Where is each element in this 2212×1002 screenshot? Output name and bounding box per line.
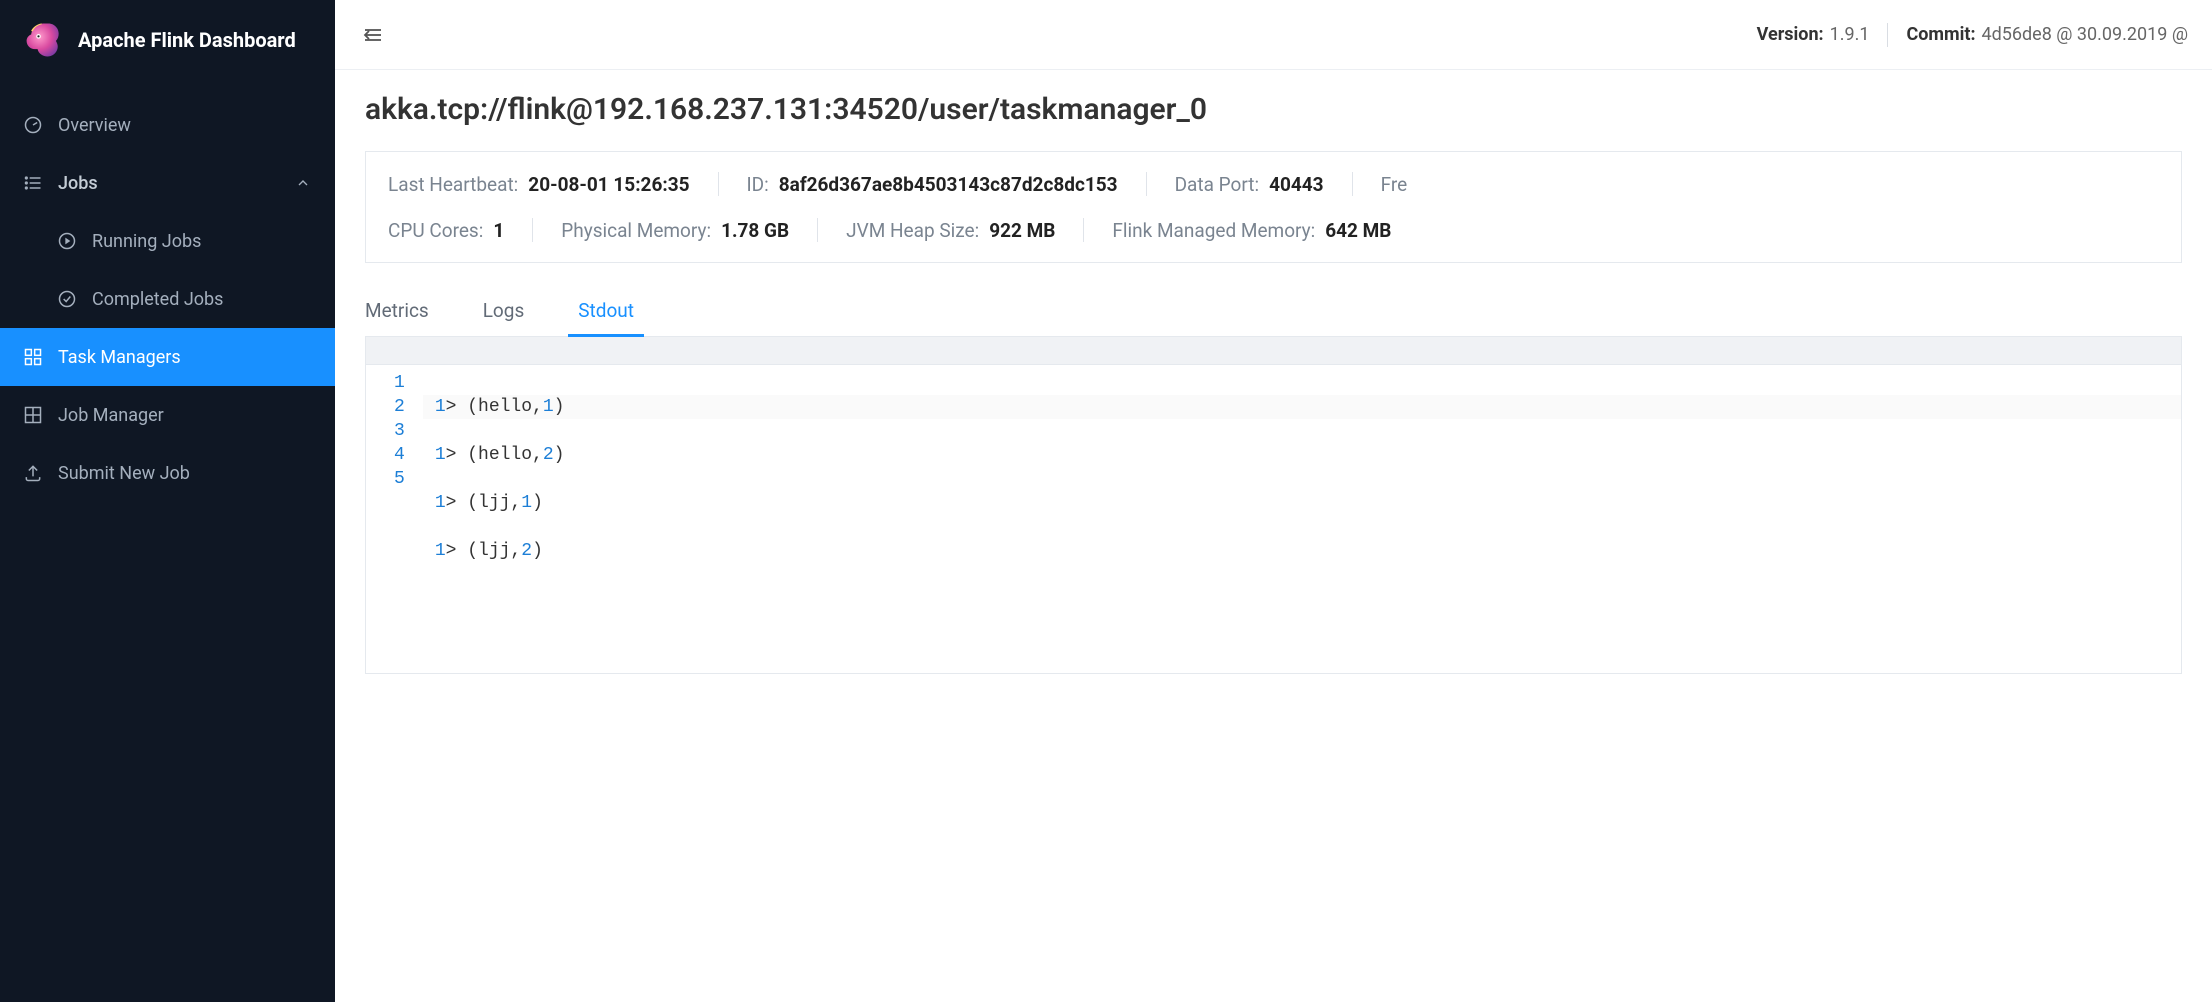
play-circle-icon: [56, 230, 78, 252]
sidebar-item-label: Jobs: [58, 173, 98, 194]
sidebar-item-running-jobs[interactable]: Running Jobs: [0, 212, 335, 270]
tab-logs[interactable]: Logs: [483, 285, 525, 336]
separator: [532, 218, 533, 242]
topbar: Version: 1.9.1 Commit: 4d56de8 @ 30.09.2…: [335, 0, 2212, 70]
sidebar-nav: Overview Jobs Running Jobs: [0, 82, 335, 502]
sidebar-item-overview[interactable]: Overview: [0, 96, 335, 154]
stdout-header: [366, 337, 2181, 365]
info-managed-memory: Flink Managed Memory: 642 MB: [1112, 219, 1391, 242]
info-cpu-cores: CPU Cores: 1: [388, 219, 504, 242]
separator: [1887, 23, 1888, 47]
gutter: 1 2 3 4 5: [366, 365, 423, 665]
commit-value: 4d56de8 @ 30.09.2019 @: [1982, 24, 2188, 45]
commit-info: Commit: 4d56de8 @ 30.09.2019 @: [1906, 24, 2188, 45]
task-manager-tabs: Metrics Logs Stdout: [365, 285, 2182, 337]
code-lines: 1> (hello,1) 1> (hello,2) 1> (ljj,1) 1> …: [423, 365, 2181, 665]
separator: [817, 218, 818, 242]
separator: [718, 172, 719, 196]
version-value: 1.9.1: [1830, 24, 1870, 45]
tab-stdout[interactable]: Stdout: [578, 285, 634, 336]
task-manager-info-card: Last Heartbeat: 20-08-01 15:26:35 ID: 8a…: [365, 151, 2182, 263]
main-content: Version: 1.9.1 Commit: 4d56de8 @ 30.09.2…: [335, 0, 2212, 1002]
info-jvm-heap: JVM Heap Size: 922 MB: [846, 219, 1055, 242]
separator: [1083, 218, 1084, 242]
sidebar-header: Apache Flink Dashboard: [0, 0, 335, 82]
stdout-line: 1> (ljj,1): [423, 491, 2181, 515]
cluster-icon: [22, 346, 44, 368]
version-label: Version:: [1757, 24, 1824, 45]
sidebar-item-submit-job[interactable]: Submit New Job: [0, 444, 335, 502]
sidebar-item-label: Running Jobs: [92, 231, 201, 252]
info-row-1: Last Heartbeat: 20-08-01 15:26:35 ID: 8a…: [388, 172, 2159, 196]
commit-label: Commit:: [1906, 24, 1975, 45]
stdout-code[interactable]: 1 2 3 4 5 1> (hello,1) 1> (hello,2) 1> (…: [366, 365, 2181, 673]
tab-metrics[interactable]: Metrics: [365, 285, 429, 336]
sidebar-item-completed-jobs[interactable]: Completed Jobs: [0, 270, 335, 328]
info-last-heartbeat: Last Heartbeat: 20-08-01 15:26:35: [388, 173, 690, 196]
sidebar-item-label: Task Managers: [58, 347, 181, 368]
separator: [1146, 172, 1147, 196]
flink-logo-icon: [22, 18, 66, 62]
sidebar-item-label: Job Manager: [58, 405, 164, 426]
sidebar-item-label: Overview: [58, 115, 131, 136]
stdout-line: 1> (ljj,2): [423, 539, 2181, 563]
page-title: akka.tcp://flink@192.168.237.131:34520/u…: [365, 92, 2182, 127]
sidebar-item-label: Submit New Job: [58, 463, 190, 484]
info-physical-memory: Physical Memory: 1.78 GB: [561, 219, 789, 242]
sidebar-item-label: Completed Jobs: [92, 289, 223, 310]
sidebar-item-jobs[interactable]: Jobs: [0, 154, 335, 212]
app-title: Apache Flink Dashboard: [78, 28, 296, 52]
info-data-port: Data Port: 40443: [1175, 173, 1324, 196]
gauge-icon: [22, 114, 44, 136]
info-free-truncated: Fre: [1381, 173, 1418, 196]
stdout-line: 1> (hello,2): [423, 443, 2181, 467]
sidebar-item-job-manager[interactable]: Job Manager: [0, 386, 335, 444]
chevron-up-icon: [295, 175, 311, 191]
stdout-line: [423, 587, 2181, 611]
info-row-2: CPU Cores: 1 Physical Memory: 1.78 GB JV…: [388, 218, 2159, 242]
grid-icon: [22, 404, 44, 426]
version-info: Version: 1.9.1: [1757, 24, 1870, 45]
collapse-sidebar-button[interactable]: [359, 21, 387, 49]
sidebar: Apache Flink Dashboard Overview Jobs: [0, 0, 335, 1002]
stdout-line: 1> (hello,1): [423, 395, 2181, 419]
info-id: ID: 8af26d367ae8b4503143c87d2c8dc153: [747, 173, 1118, 196]
upload-icon: [22, 462, 44, 484]
check-circle-icon: [56, 288, 78, 310]
stdout-panel: 1 2 3 4 5 1> (hello,1) 1> (hello,2) 1> (…: [365, 337, 2182, 674]
list-icon: [22, 172, 44, 194]
sidebar-item-task-managers[interactable]: Task Managers: [0, 328, 335, 386]
separator: [1352, 172, 1353, 196]
